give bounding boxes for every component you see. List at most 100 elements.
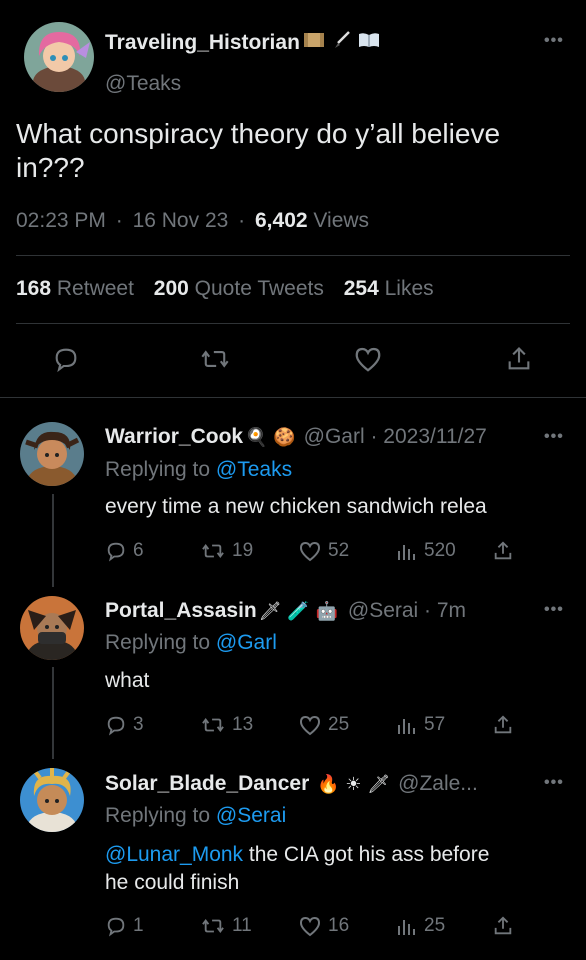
quote-label: Quote Tweets — [194, 277, 324, 300]
heart-icon — [299, 715, 321, 736]
reply-text: @Lunar_Monk the CIA got his ass before h… — [105, 841, 575, 897]
reply-count: 3 — [133, 714, 144, 735]
handle-meta[interactable]: @Zale... — [398, 772, 478, 796]
retweet-label: Retweet — [56, 277, 134, 300]
views-button[interactable]: 520 — [396, 540, 456, 562]
retweet-button[interactable]: 13 — [200, 714, 253, 736]
share-button[interactable] — [492, 540, 520, 562]
retweet-button[interactable] — [200, 345, 230, 378]
more-options-icon[interactable]: ••• — [544, 428, 564, 446]
views-button[interactable]: 57 — [396, 714, 445, 736]
thread-line — [52, 667, 54, 759]
more-options-icon[interactable]: ••• — [544, 32, 564, 50]
more-options-icon[interactable]: ••• — [544, 774, 564, 792]
retweet-button[interactable]: 19 — [200, 540, 253, 562]
retweet-count: 168 — [16, 277, 52, 300]
tweet-date[interactable]: 16 Nov 23 — [133, 209, 229, 232]
replying-to-link[interactable]: @Serai — [216, 804, 286, 827]
like-button[interactable]: 52 — [298, 540, 349, 562]
avatar[interactable] — [20, 422, 84, 486]
share-button[interactable] — [492, 915, 520, 937]
separator: · — [238, 209, 246, 232]
avatar[interactable] — [20, 768, 84, 832]
reply-button[interactable]: 1 — [105, 915, 144, 937]
mention-link[interactable]: @Lunar_Monk — [105, 843, 243, 866]
scroll-icon — [302, 30, 326, 56]
replying-prefix: Replying to — [105, 631, 211, 654]
likes-stat[interactable]: 254 Likes — [344, 277, 434, 300]
divider — [16, 323, 570, 324]
replying-to: Replying to @Garl — [105, 631, 277, 655]
retweet-count: 19 — [232, 540, 254, 561]
tweet-meta: 02:23 PM · 16 Nov 23 · 6,402 Views — [16, 209, 369, 233]
retweet-icon — [201, 350, 229, 368]
share-icon — [494, 541, 512, 560]
display-name[interactable]: Warrior_Cook — [105, 425, 243, 449]
views-button[interactable]: 25 — [396, 915, 445, 937]
views-count: 520 — [424, 540, 456, 561]
handle-meta[interactable]: @Garl · 2023/11/27 — [304, 425, 487, 449]
reply-icon — [107, 542, 125, 562]
avatar[interactable] — [20, 596, 84, 660]
divider — [16, 255, 570, 256]
replying-to-link[interactable]: @Garl — [216, 631, 277, 654]
replying-prefix: Replying to — [105, 804, 211, 827]
share-icon — [494, 916, 512, 935]
heart-icon — [299, 916, 321, 937]
reply-icon — [107, 716, 125, 736]
tweet-text: What conspiracy theory do y’all believe … — [16, 118, 501, 183]
retweet-count: 11 — [232, 915, 252, 936]
reply-emoji-icons: 🍳 🍪 — [245, 426, 296, 448]
like-button[interactable] — [353, 345, 383, 378]
divider — [0, 397, 586, 398]
reply-text-line: he could finish — [105, 871, 240, 894]
thread-line — [52, 494, 54, 587]
retweet-button[interactable]: 11 — [200, 915, 252, 937]
like-count: 52 — [328, 540, 350, 561]
handle-meta[interactable]: @Serai · 7m — [348, 599, 466, 623]
views-count: 25 — [424, 915, 446, 936]
quote-stat[interactable]: 200 Quote Tweets — [154, 277, 330, 300]
views-count: 57 — [424, 714, 446, 735]
display-name[interactable]: Solar_Blade_Dancer — [105, 772, 309, 796]
analytics-icon — [398, 719, 415, 734]
heart-icon — [299, 541, 321, 562]
like-count: 25 — [328, 714, 350, 735]
like-count: 16 — [328, 915, 350, 936]
share-button[interactable] — [505, 345, 533, 378]
share-button[interactable] — [492, 714, 520, 736]
retweet-icon — [202, 543, 224, 559]
like-button[interactable]: 25 — [298, 714, 349, 736]
handle[interactable]: @Teaks — [105, 72, 181, 96]
tweet-time[interactable]: 02:23 PM — [16, 209, 106, 232]
replying-prefix: Replying to — [105, 458, 211, 481]
reply-text-line: the CIA got his ass before — [243, 843, 490, 866]
retweet-icon — [202, 717, 224, 733]
like-button[interactable]: 16 — [298, 915, 349, 937]
tweet-stats: 168 Retweet 200 Quote Tweets 254 Likes — [16, 277, 434, 301]
reply-text: every time a new chicken sandwich relea — [105, 495, 487, 518]
separator: · — [115, 209, 123, 232]
avatar[interactable] — [24, 22, 94, 92]
reply-button[interactable]: 3 — [105, 714, 144, 736]
share-icon — [508, 347, 530, 370]
retweet-stat[interactable]: 168 Retweet — [16, 277, 140, 300]
analytics-icon — [398, 920, 415, 935]
reply-button[interactable] — [52, 345, 80, 378]
reply-count: 6 — [133, 540, 144, 561]
more-options-icon[interactable]: ••• — [544, 601, 564, 619]
retweet-count: 13 — [232, 714, 254, 735]
display-name[interactable]: Portal_Assasin — [105, 599, 257, 623]
views-count: 6,402 — [255, 209, 308, 232]
share-icon — [494, 715, 512, 734]
analytics-icon — [398, 545, 415, 560]
likes-label: Likes — [384, 277, 434, 300]
retweet-icon — [202, 918, 224, 934]
reply-button[interactable]: 6 — [105, 540, 144, 562]
display-name[interactable]: Traveling_Historian — [105, 31, 300, 55]
reply-count: 1 — [133, 915, 144, 936]
replying-to-link[interactable]: @Teaks — [216, 458, 292, 481]
reply-emoji-icons: 🗡 🧪 🤖 — [258, 600, 338, 622]
views-label: Views — [313, 209, 370, 232]
quote-count: 200 — [153, 277, 189, 300]
